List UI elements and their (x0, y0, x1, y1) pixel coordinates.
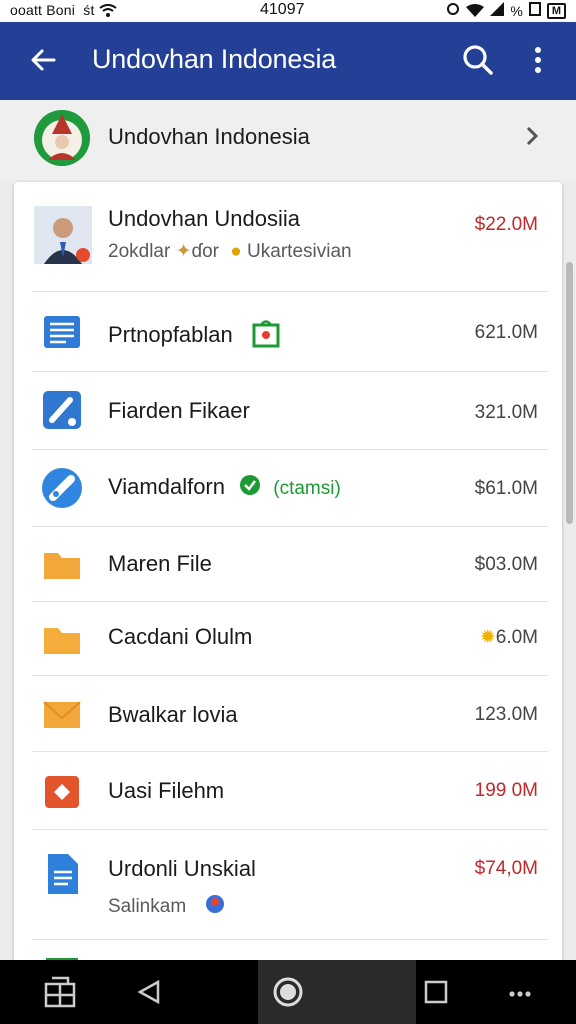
check-badge-icon (239, 474, 261, 502)
more-nav-icon[interactable] (500, 972, 540, 1012)
item-size: $22.0M (474, 214, 538, 235)
recents-nav-icon[interactable] (416, 972, 456, 1012)
item-title: Prtnopfablan (108, 318, 281, 354)
page-title: Undovhan Indonesia (92, 44, 337, 74)
back-arrow-icon[interactable] (28, 44, 60, 76)
apps-grid-icon[interactable] (40, 972, 80, 1012)
list-item[interactable]: Fiarden Fikaer 321.0M (14, 372, 562, 450)
list-item[interactable]: Viamdalforn (ctamsi) $61.0M (14, 450, 562, 527)
folder-icon (40, 618, 84, 662)
navigation-bar (0, 960, 576, 1024)
list-item[interactable]: Undovhan Undosiia 2okdlar ✦ɗor ● Ukartes… (14, 182, 562, 292)
item-tag: (ctamsi) (273, 478, 341, 499)
list-item[interactable]: Maren File $03.0M (14, 527, 562, 602)
avatar (34, 110, 90, 166)
list-item[interactable]: Uasi Filehm 199 0M (14, 752, 562, 830)
app-bar: Undovhan Indonesia (0, 22, 576, 100)
search-icon[interactable] (460, 42, 496, 78)
wifi-icon (99, 4, 117, 18)
item-title: Cacdani Olulm (108, 624, 253, 649)
user-photo-icon (34, 206, 92, 264)
store-bag-icon (251, 318, 281, 354)
back-nav-icon[interactable] (130, 972, 170, 1012)
item-title: Viamdalforn (ctamsi) (108, 474, 341, 502)
item-title: Urdonli Unskial (108, 856, 256, 881)
list-item[interactable]: Cacdani Olulm ✹6.0M (14, 602, 562, 676)
account-row[interactable]: Undovhan Indonesia (0, 100, 576, 180)
list-item[interactable]: Prtnopfablan 621.0M (14, 292, 562, 372)
shield-orange-icon (40, 770, 84, 814)
folder-icon (40, 692, 84, 736)
account-name: Undovhan Indonesia (108, 124, 310, 149)
figure-icon: ✦ (175, 241, 192, 262)
folder-icon (40, 543, 84, 587)
list-item[interactable]: Bwalkar lovia 123.0M (14, 676, 562, 752)
item-size: 321.0M (474, 402, 538, 423)
link-tool-icon (40, 466, 84, 510)
chevron-right-icon[interactable] (520, 124, 544, 148)
location-icon (446, 2, 460, 19)
item-title: Uasi Filehm (108, 778, 225, 803)
more-options-icon[interactable] (526, 42, 550, 78)
file-list-card: Undovhan Undosiia 2okdlar ✦ɗor ● Ukartes… (14, 182, 562, 972)
item-subtitle: 2okdlar ✦ɗor ● Ukartesivian (108, 241, 352, 262)
sim-icon (528, 2, 541, 19)
wifi-signal-icon (466, 3, 485, 18)
list-item[interactable]: Urdonli Unskial Salinkam $74,0M (14, 830, 562, 940)
item-size: $74,0M (474, 858, 538, 879)
document-lines-icon (40, 310, 84, 354)
sun-badge-icon: ✹ (479, 627, 496, 648)
badge-icon: ● (230, 241, 242, 262)
item-size: $03.0M (474, 554, 538, 575)
item-size: $61.0M (474, 478, 538, 499)
item-subtitle: Salinkam (108, 892, 227, 922)
status-right: % M (446, 2, 566, 19)
item-size: ✹6.0M (479, 627, 538, 648)
status-percent: % (510, 2, 523, 19)
globe-icon (203, 892, 227, 922)
item-size: 199 0M (474, 780, 538, 801)
status-left-text: ooatt Boni śt (10, 2, 117, 18)
battery-icon: M (546, 2, 566, 19)
item-size: 621.0M (474, 322, 538, 343)
cell-signal-icon (490, 2, 505, 19)
item-title: Maren File (108, 551, 212, 576)
status-bar: ooatt Boni śt 41097 % M (0, 0, 576, 22)
item-title: Fiarden Fikaer (108, 398, 250, 423)
item-title: Bwalkar lovia (108, 702, 238, 727)
item-size: 123.0M (474, 704, 538, 725)
item-title: Undovhan Undosiia (108, 206, 301, 231)
status-clock: 41097 (260, 1, 305, 18)
scrollbar[interactable] (566, 262, 573, 524)
home-nav-icon[interactable] (268, 972, 308, 1012)
pencil-edit-icon (40, 388, 84, 432)
doc-blue-icon (40, 852, 84, 896)
